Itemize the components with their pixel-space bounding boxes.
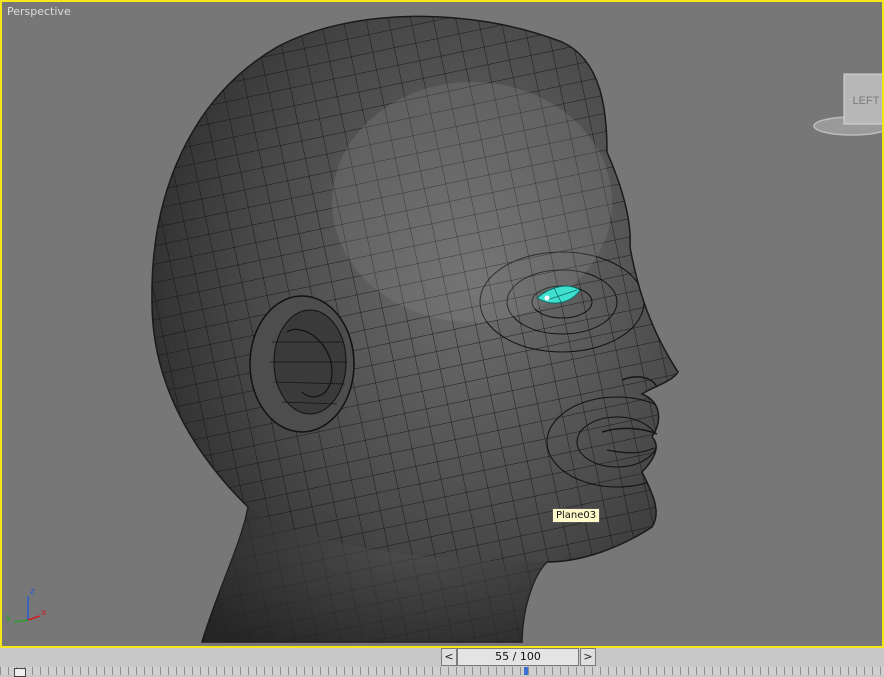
current-frame-marker[interactable] [524,667,528,675]
time-slider-bar: < 55 / 100 > [0,648,884,677]
head-mesh[interactable] [2,2,882,646]
axis-y-label: y [6,613,12,623]
axis-tripod: z x y [6,587,47,623]
wireframe-overlay [151,16,678,642]
viewport-label[interactable]: Perspective [7,5,71,18]
prev-frame-button[interactable]: < [441,648,457,666]
next-frame-button[interactable]: > [580,648,596,666]
track-bar-ruler[interactable] [0,667,884,675]
max-app: Perspective LEFT Plane03 z x y < 55 / 10… [0,0,884,677]
axis-z-label: z [30,587,35,597]
perspective-viewport[interactable]: Perspective LEFT Plane03 z x y [0,0,884,648]
time-slider-thumb[interactable]: 55 / 100 [457,648,579,666]
track-bar-toggle-icon[interactable] [14,668,26,677]
axis-x-label: x [41,608,47,618]
viewcube[interactable]: LEFT [812,72,882,140]
ear [249,295,355,433]
object-tooltip: Plane03 [552,508,601,523]
viewcube-face-label[interactable]: LEFT [853,95,880,107]
